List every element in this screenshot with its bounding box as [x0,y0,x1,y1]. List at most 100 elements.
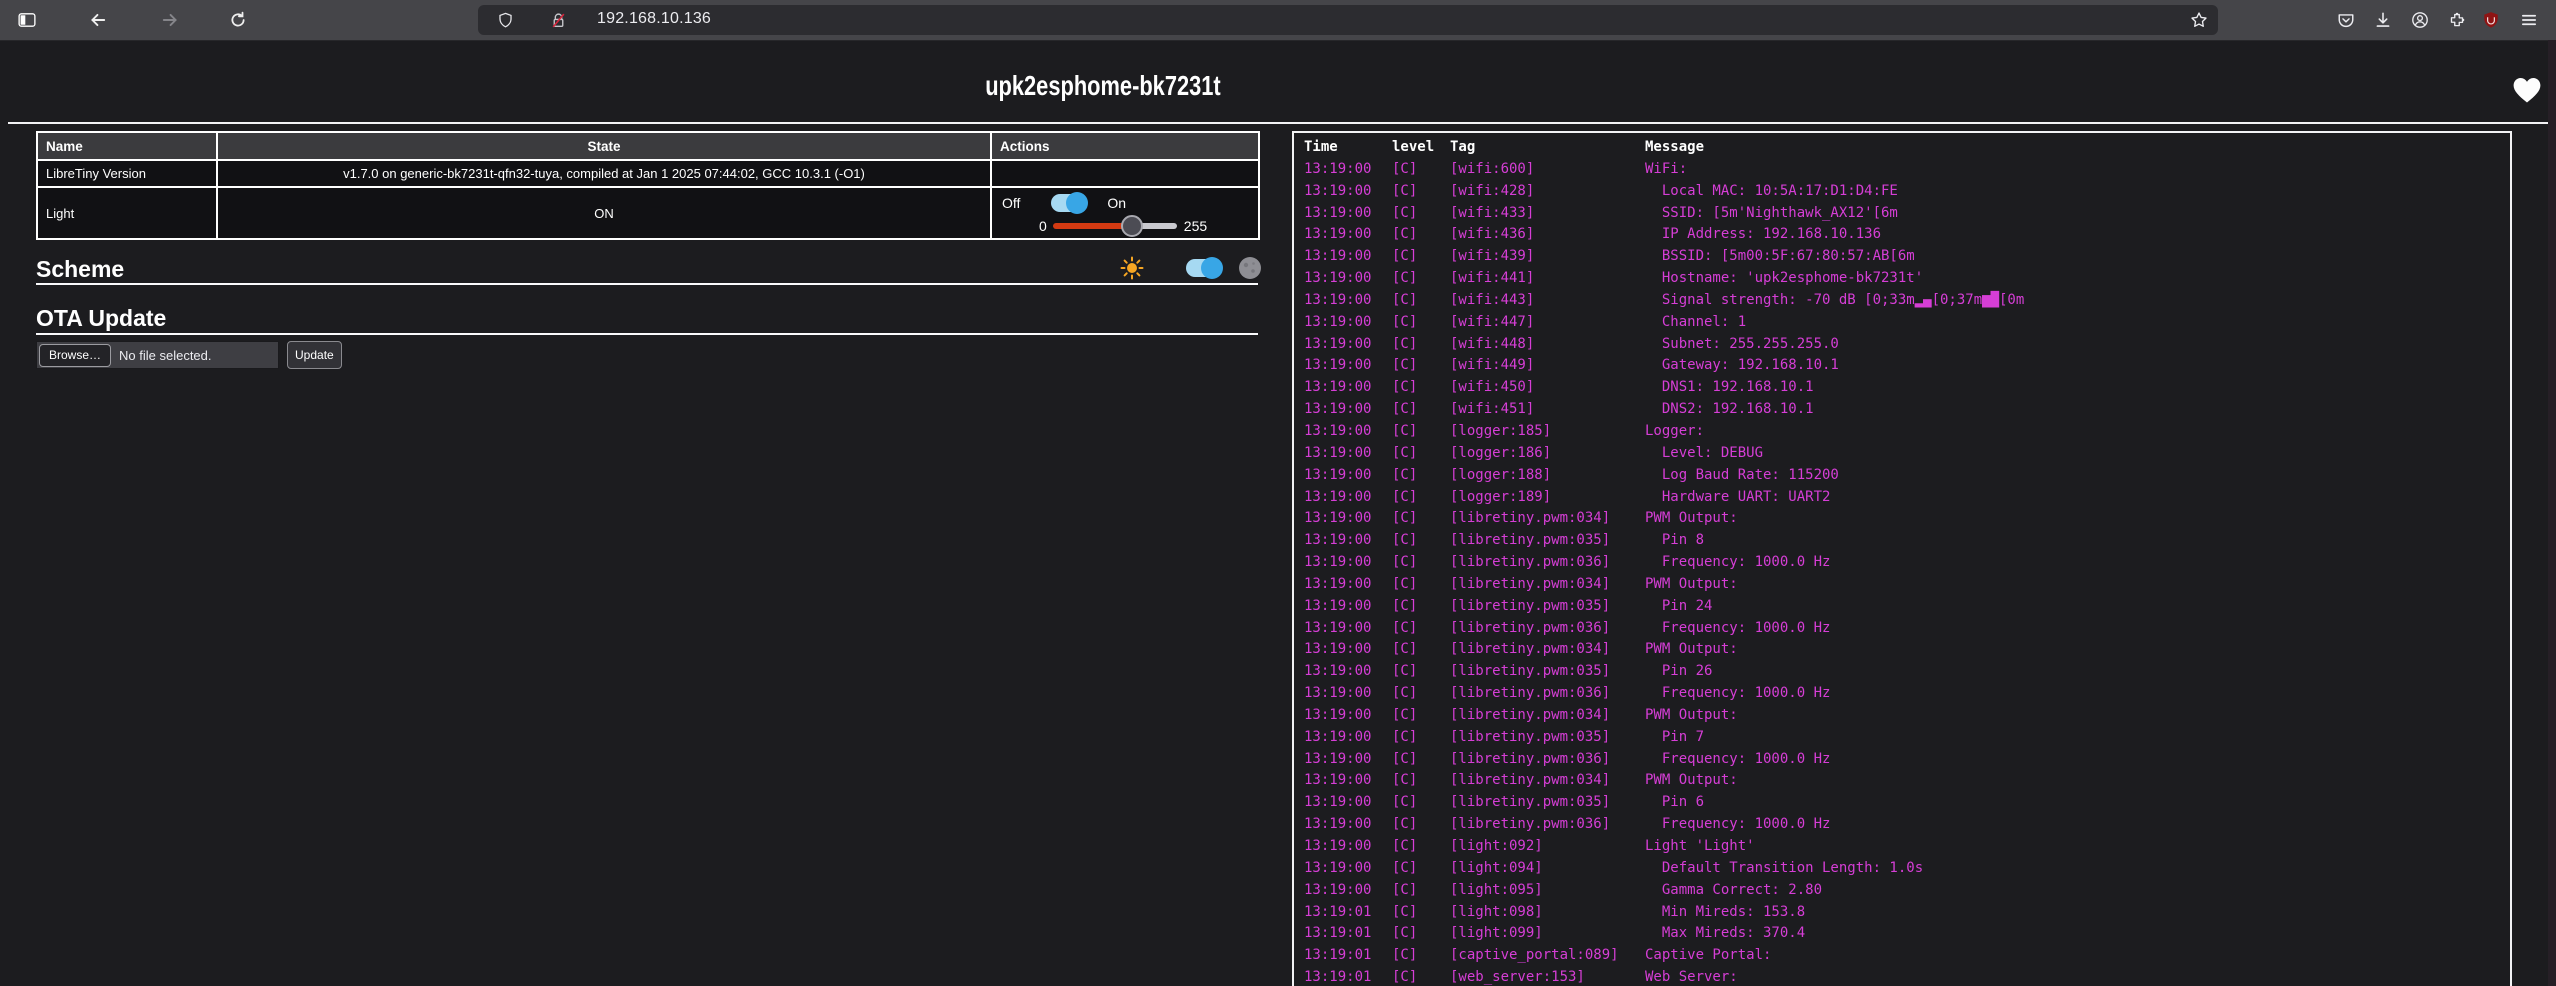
slider-thumb[interactable] [1121,215,1143,237]
sidebar-toggle-icon[interactable] [17,10,37,30]
log-row: 13:19:00[C][logger:185]Logger: [1294,421,2510,443]
brightness-slider[interactable] [1053,216,1177,236]
log-row: 13:19:00[C][logger:188] Log Baud Rate: 1… [1294,465,2510,487]
log-row: 13:19:00[C][libretiny.pwm:035] Pin 8 [1294,530,2510,552]
update-button[interactable]: Update [287,341,342,369]
log-row: 13:19:00[C][wifi:449] Gateway: 192.168.1… [1294,355,2510,377]
log-row: 13:19:00[C][libretiny.pwm:035] Pin 6 [1294,792,2510,814]
log-row: 13:19:00[C][logger:186] Level: DEBUG [1294,443,2510,465]
libretiny-version-actions [991,160,1259,187]
log-row: 13:19:00[C][libretiny.pwm:035] Pin 26 [1294,661,2510,683]
page-title: upk2esphome-bk7231t [0,70,2206,102]
table-row: Light ON Off On 0 [37,187,1259,239]
log-row: 13:19:01[C][light:099] Max Mireds: 370.4 [1294,923,2510,945]
log-row: 13:19:00[C][libretiny.pwm:034]PWM Output… [1294,639,2510,661]
light-slider-row: 0 255 [992,216,1207,236]
light-toggle-row: Off On [992,194,1126,212]
log-row: 13:19:00[C][light:092]Light 'Light' [1294,836,2510,858]
slider-track-filled [1053,223,1130,229]
table-header-row: Name State Actions [37,132,1259,160]
states-table: Name State Actions LibreTiny Version v1.… [36,131,1260,240]
browser-window: 192.168.10.136 upk2esphome-bk7231t [0,0,2556,986]
log-row: 13:19:01[C][light:098] Min Mireds: 153.8 [1294,902,2510,924]
url-text[interactable]: 192.168.10.136 [597,10,711,28]
log-row: 13:19:00[C][wifi:436] IP Address: 192.16… [1294,224,2510,246]
light-toggle[interactable] [1051,194,1085,212]
log-header-message: Message [1645,137,2510,159]
log-row: 13:19:00[C][wifi:439] BSSID: [5m00:5F:67… [1294,246,2510,268]
log-row: 13:19:00[C][wifi:448] Subnet: 255.255.25… [1294,334,2510,356]
libretiny-version-state: v1.7.0 on generic-bk7231t-qfn32-tuya, co… [217,160,991,187]
log-row: 13:19:00[C][libretiny.pwm:034]PWM Output… [1294,574,2510,596]
log-row: 13:19:00[C][wifi:451] DNS2: 192.168.10.1 [1294,399,2510,421]
slider-min-label: 0 [1039,218,1047,234]
toggle-knob [1066,192,1088,214]
light-actions: Off On 0 255 [991,187,1259,239]
log-row: 13:19:00[C][wifi:433] SSID: [5m'Nighthaw… [1294,203,2510,225]
reload-icon[interactable] [228,10,248,30]
scheme-controls [1120,256,1262,280]
menu-hamburger-icon[interactable] [2519,10,2539,30]
log-row: 13:19:01[C][captive_portal:089]Captive P… [1294,945,2510,967]
log-row: 13:19:00[C][light:094] Default Transitio… [1294,858,2510,880]
bookmark-star-icon[interactable] [2190,11,2207,28]
log-header-tag: Tag [1450,137,1645,159]
moon-icon [1238,256,1262,280]
log-rows: 13:19:00[C][wifi:600]WiFi:13:19:00[C][wi… [1294,159,2510,986]
log-panel[interactable]: Time level Tag Message 13:19:00[C][wifi:… [1292,131,2512,986]
log-row: 13:19:00[C][libretiny.pwm:036] Frequency… [1294,749,2510,771]
log-row: 13:19:00[C][wifi:428] Local MAC: 10:5A:1… [1294,181,2510,203]
log-row: 13:19:00[C][light:095] Gamma Correct: 2.… [1294,880,2510,902]
file-status-text: No file selected. [119,348,212,363]
ublock-origin-icon[interactable] [2481,10,2501,30]
col-header-actions: Actions [991,132,1259,160]
log-header-level: level [1392,137,1450,159]
toggle-knob [1201,257,1223,279]
log-row: 13:19:00[C][libretiny.pwm:036] Frequency… [1294,683,2510,705]
log-header-row: Time level Tag Message [1294,137,2510,159]
tracking-shield-icon[interactable] [497,12,514,29]
log-row: 13:19:00[C][wifi:450] DNS1: 192.168.10.1 [1294,377,2510,399]
log-row: 13:19:00[C][libretiny.pwm:034]PWM Output… [1294,770,2510,792]
sun-icon [1120,256,1144,280]
url-bar[interactable]: 192.168.10.136 [478,5,2218,35]
heart-icon [2512,76,2542,104]
browser-toolbar: 192.168.10.136 [0,0,2556,41]
file-input[interactable]: Browse… No file selected. [36,341,279,369]
log-row: 13:19:00[C][libretiny.pwm:036] Frequency… [1294,552,2510,574]
light-state: ON [217,187,991,239]
page-content: upk2esphome-bk7231t Name State Actions L… [0,40,2556,986]
account-icon[interactable] [2410,10,2430,30]
scheme-toggle[interactable] [1186,259,1220,277]
forward-icon[interactable] [160,10,180,30]
col-header-name: Name [37,132,217,160]
log-row: 13:19:00[C][libretiny.pwm:035] Pin 7 [1294,727,2510,749]
log-row: 13:19:00[C][libretiny.pwm:034]PWM Output… [1294,705,2510,727]
log-row: 13:19:00[C][libretiny.pwm:036] Frequency… [1294,814,2510,836]
log-row: 13:19:01[C][web_server:153]Web Server: [1294,967,2510,986]
slider-max-label: 255 [1184,218,1207,234]
scheme-heading: Scheme [36,256,124,283]
back-icon[interactable] [88,10,108,30]
header-divider [8,122,2548,124]
log-row: 13:19:00[C][libretiny.pwm:035] Pin 24 [1294,596,2510,618]
downloads-icon[interactable] [2373,10,2393,30]
light-name: Light [37,187,217,239]
log-row: 13:19:00[C][libretiny.pwm:034]PWM Output… [1294,508,2510,530]
log-row: 13:19:00[C][logger:189] Hardware UART: U… [1294,487,2510,509]
scheme-divider [36,283,1258,285]
table-row: LibreTiny Version v1.7.0 on generic-bk72… [37,160,1259,187]
libretiny-version-name: LibreTiny Version [37,160,217,187]
extensions-puzzle-icon[interactable] [2447,10,2467,30]
col-header-state: State [217,132,991,160]
log-header-time: Time [1304,137,1392,159]
insecure-lock-icon[interactable] [550,12,567,29]
light-off-label: Off [1002,195,1020,211]
log-row: 13:19:00[C][wifi:443] Signal strength: -… [1294,290,2510,312]
ota-divider [36,333,1258,335]
browse-button[interactable]: Browse… [39,344,111,367]
log-row: 13:19:00[C][wifi:441] Hostname: 'upk2esp… [1294,268,2510,290]
slider-track-empty [1140,223,1177,229]
pocket-icon[interactable] [2336,10,2356,30]
log-row: 13:19:00[C][wifi:600]WiFi: [1294,159,2510,181]
